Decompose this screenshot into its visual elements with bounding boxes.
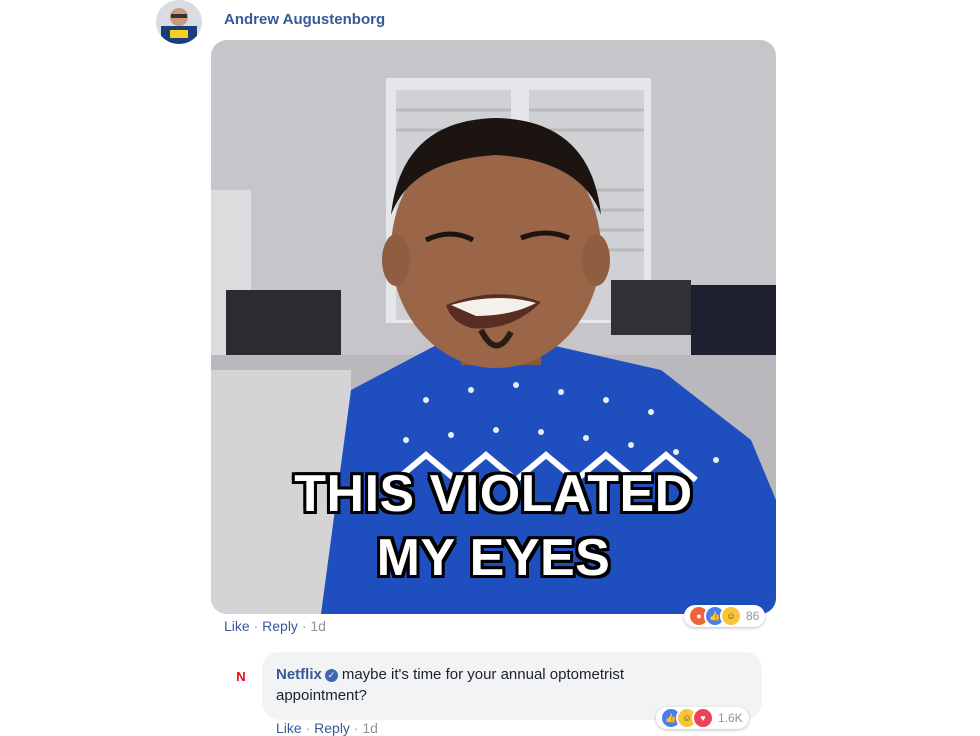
timestamp[interactable]: 1d (310, 618, 326, 634)
comment-reactions[interactable]: ● 👍 ☺ 86 (684, 605, 766, 627)
like-link[interactable]: Like (276, 720, 302, 736)
reply-link[interactable]: Reply (262, 618, 298, 634)
love-icon: ♥ (692, 707, 714, 729)
avatar[interactable] (156, 0, 202, 44)
reaction-count: 86 (746, 609, 760, 623)
reaction-count: 1.6K (718, 711, 743, 725)
comment-author-link[interactable]: Andrew Augustenborg (224, 11, 385, 28)
reply-link[interactable]: Reply (314, 720, 350, 736)
reply-actions: Like · Reply · 1d (276, 720, 378, 736)
verified-badge-icon: ✓ (324, 669, 338, 682)
like-link[interactable]: Like (224, 618, 250, 634)
comment-actions: Like · Reply · 1d (224, 618, 326, 634)
separator: · (353, 720, 359, 736)
gif-caption-line-2: MY EYES (376, 529, 611, 587)
separator: · (253, 618, 259, 634)
haha-icon: ☺ (720, 605, 742, 627)
timestamp[interactable]: 1d (362, 720, 378, 736)
reply-text-container: Netflix ✓ maybe it's time for your annual … (276, 664, 716, 706)
gif-caption-line-1: THIS VIOLATED (294, 465, 693, 523)
netflix-logo-avatar[interactable]: N (229, 664, 253, 688)
reply-reactions[interactable]: 👍 ☺ ♥ 1.6K (656, 707, 749, 729)
logo-letter: N (236, 668, 246, 684)
separator: · (301, 618, 307, 634)
comment-gif[interactable]: THIS VIOLATED MY EYES (211, 40, 776, 614)
reply-author-link[interactable]: Netflix (276, 666, 322, 683)
separator: · (305, 720, 311, 736)
